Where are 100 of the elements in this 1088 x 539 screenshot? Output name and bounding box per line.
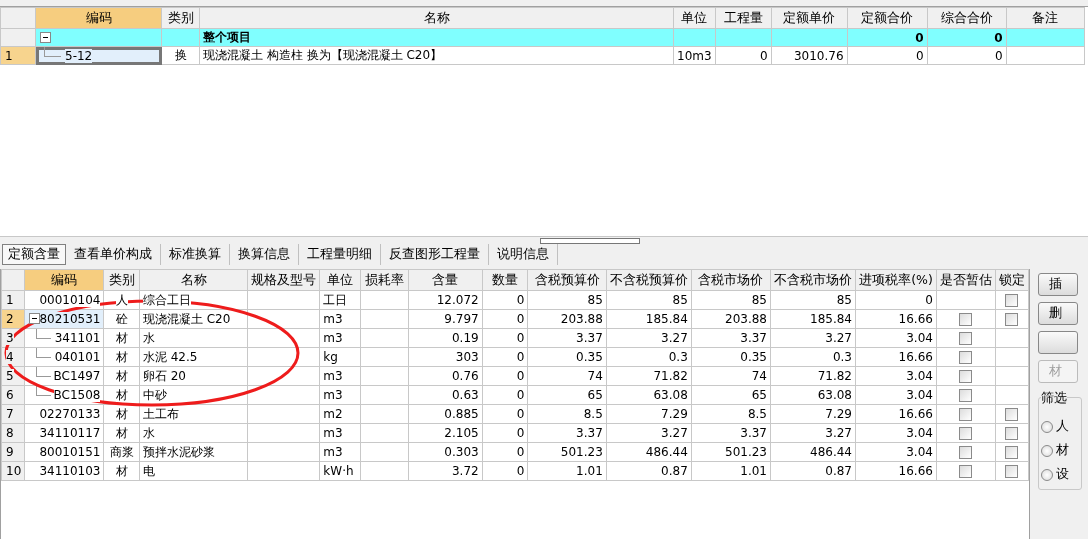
radio-button[interactable] bbox=[1041, 468, 1053, 481]
splitter-handle[interactable] bbox=[540, 238, 640, 244]
checkbox[interactable] bbox=[959, 446, 973, 459]
checkbox[interactable] bbox=[959, 465, 973, 478]
column-header: 是否暂估 bbox=[939, 271, 992, 287]
table-cell: 3.37 bbox=[576, 426, 603, 440]
checkbox[interactable] bbox=[959, 389, 973, 402]
tab[interactable]: 标准换算 bbox=[161, 244, 230, 265]
column-header: 锁定 bbox=[998, 271, 1025, 287]
row-number: 9 bbox=[6, 445, 14, 459]
radio-label[interactable]: 材 bbox=[1056, 442, 1069, 459]
table-cell: 8.5 bbox=[747, 407, 767, 421]
side-button[interactable] bbox=[1038, 331, 1078, 354]
checkbox[interactable] bbox=[1005, 427, 1019, 440]
table-cell: 工日 bbox=[323, 292, 348, 307]
table-cell: BC1508 bbox=[53, 388, 101, 402]
checkbox[interactable] bbox=[959, 351, 973, 364]
column-header: 类别 bbox=[108, 271, 135, 287]
table-cell: 0 bbox=[994, 48, 1003, 63]
collapse-icon[interactable] bbox=[40, 32, 51, 43]
row-number: 8 bbox=[6, 426, 14, 440]
table-cell: 185.84 bbox=[645, 312, 688, 326]
radio-label[interactable]: 设 bbox=[1056, 466, 1069, 483]
radio-label[interactable]: 人 bbox=[1056, 418, 1069, 435]
table-cell: 5-12 bbox=[65, 48, 93, 63]
tab[interactable]: 换算信息 bbox=[230, 244, 299, 265]
side-button[interactable]: 删 bbox=[1038, 302, 1078, 325]
checkbox[interactable] bbox=[1005, 294, 1019, 307]
collapse-icon[interactable] bbox=[29, 313, 41, 324]
column-header: 单位 bbox=[326, 271, 353, 287]
table-cell: 中砂 bbox=[142, 387, 167, 402]
table-cell: 0.76 bbox=[451, 369, 479, 383]
tab[interactable]: 反查图形工程量 bbox=[381, 244, 489, 265]
table-cell: 卵石 20 bbox=[142, 368, 186, 383]
tab[interactable]: 工程量明细 bbox=[299, 244, 381, 265]
checkbox[interactable] bbox=[959, 370, 973, 383]
column-header: 含税市场价 bbox=[698, 271, 764, 287]
radio-button[interactable] bbox=[1041, 444, 1053, 457]
table-cell: 16.66 bbox=[898, 350, 933, 364]
table-cell: 16.66 bbox=[898, 464, 933, 478]
table-cell: 74 bbox=[751, 369, 767, 383]
table-cell: 63.08 bbox=[653, 388, 688, 402]
column-header: 定额合价 bbox=[861, 9, 914, 25]
table-cell: 材 bbox=[115, 368, 128, 383]
checkbox[interactable] bbox=[1005, 465, 1019, 478]
table-cell: 材 bbox=[115, 330, 128, 345]
table-cell: m3 bbox=[323, 388, 343, 402]
table-cell: 2.105 bbox=[444, 426, 479, 440]
table-cell: 预拌水泥砂浆 bbox=[142, 444, 215, 459]
column-header: 编码 bbox=[51, 271, 78, 287]
table-cell: 0.35 bbox=[576, 350, 603, 364]
table-cell: 材 bbox=[115, 406, 128, 421]
table-cell: 0 bbox=[925, 293, 933, 307]
tab[interactable]: 查看单价构成 bbox=[66, 244, 161, 265]
table-cell: 3.04 bbox=[906, 426, 933, 440]
side-button[interactable]: 插 bbox=[1038, 273, 1078, 296]
checkbox[interactable] bbox=[959, 427, 973, 440]
table-cell: 3.37 bbox=[740, 331, 767, 345]
column-header: 不含税市场价 bbox=[774, 271, 852, 287]
table-cell: 人 bbox=[115, 292, 128, 307]
group-title: 筛选 bbox=[1041, 390, 1067, 407]
table-cell: 整个项目 bbox=[203, 30, 251, 44]
table-cell: 34110103 bbox=[39, 464, 101, 478]
column-header: 含税预算价 bbox=[534, 271, 600, 287]
table-cell: 80010151 bbox=[39, 445, 101, 459]
table-cell: kg bbox=[323, 350, 338, 364]
table-cell: 3.37 bbox=[576, 331, 603, 345]
checkbox[interactable] bbox=[1005, 408, 1019, 421]
table-cell: 1.01 bbox=[576, 464, 603, 478]
table-cell: 0.885 bbox=[444, 407, 479, 421]
radio-button[interactable] bbox=[1041, 420, 1053, 433]
checkbox[interactable] bbox=[1005, 313, 1019, 326]
checkbox[interactable] bbox=[1005, 446, 1019, 459]
table-cell: 185.84 bbox=[810, 312, 852, 326]
checkbox[interactable] bbox=[959, 332, 973, 345]
table-cell: 34110117 bbox=[39, 426, 101, 440]
table-cell: 65 bbox=[587, 388, 603, 402]
table-cell: 16.66 bbox=[898, 312, 933, 326]
tab[interactable]: 定额含量 bbox=[2, 244, 66, 265]
table-cell: 材 bbox=[115, 349, 128, 364]
table-cell: 0.3 bbox=[668, 350, 688, 364]
table-cell: 0 bbox=[516, 388, 525, 402]
table-cell: 3.27 bbox=[661, 331, 688, 345]
column-header: 工程量 bbox=[723, 9, 763, 25]
table-cell: 7.29 bbox=[825, 407, 852, 421]
row-number: 1 bbox=[5, 48, 13, 63]
table-cell: 501.23 bbox=[725, 445, 767, 459]
checkbox[interactable] bbox=[959, 313, 973, 326]
table-cell: 8.5 bbox=[583, 407, 603, 421]
table-cell: 63.08 bbox=[817, 388, 852, 402]
column-header: 规格及型号 bbox=[251, 271, 317, 287]
table-cell: 0 bbox=[516, 426, 525, 440]
table-cell: 71.82 bbox=[817, 369, 852, 383]
table-cell: m3 bbox=[323, 312, 343, 326]
tab[interactable]: 说明信息 bbox=[489, 244, 558, 265]
table-cell: 71.82 bbox=[653, 369, 688, 383]
table-cell: 综合工日 bbox=[142, 292, 191, 307]
column-header: 备注 bbox=[1032, 9, 1059, 25]
table-cell: 501.23 bbox=[560, 445, 603, 459]
checkbox[interactable] bbox=[959, 408, 973, 421]
